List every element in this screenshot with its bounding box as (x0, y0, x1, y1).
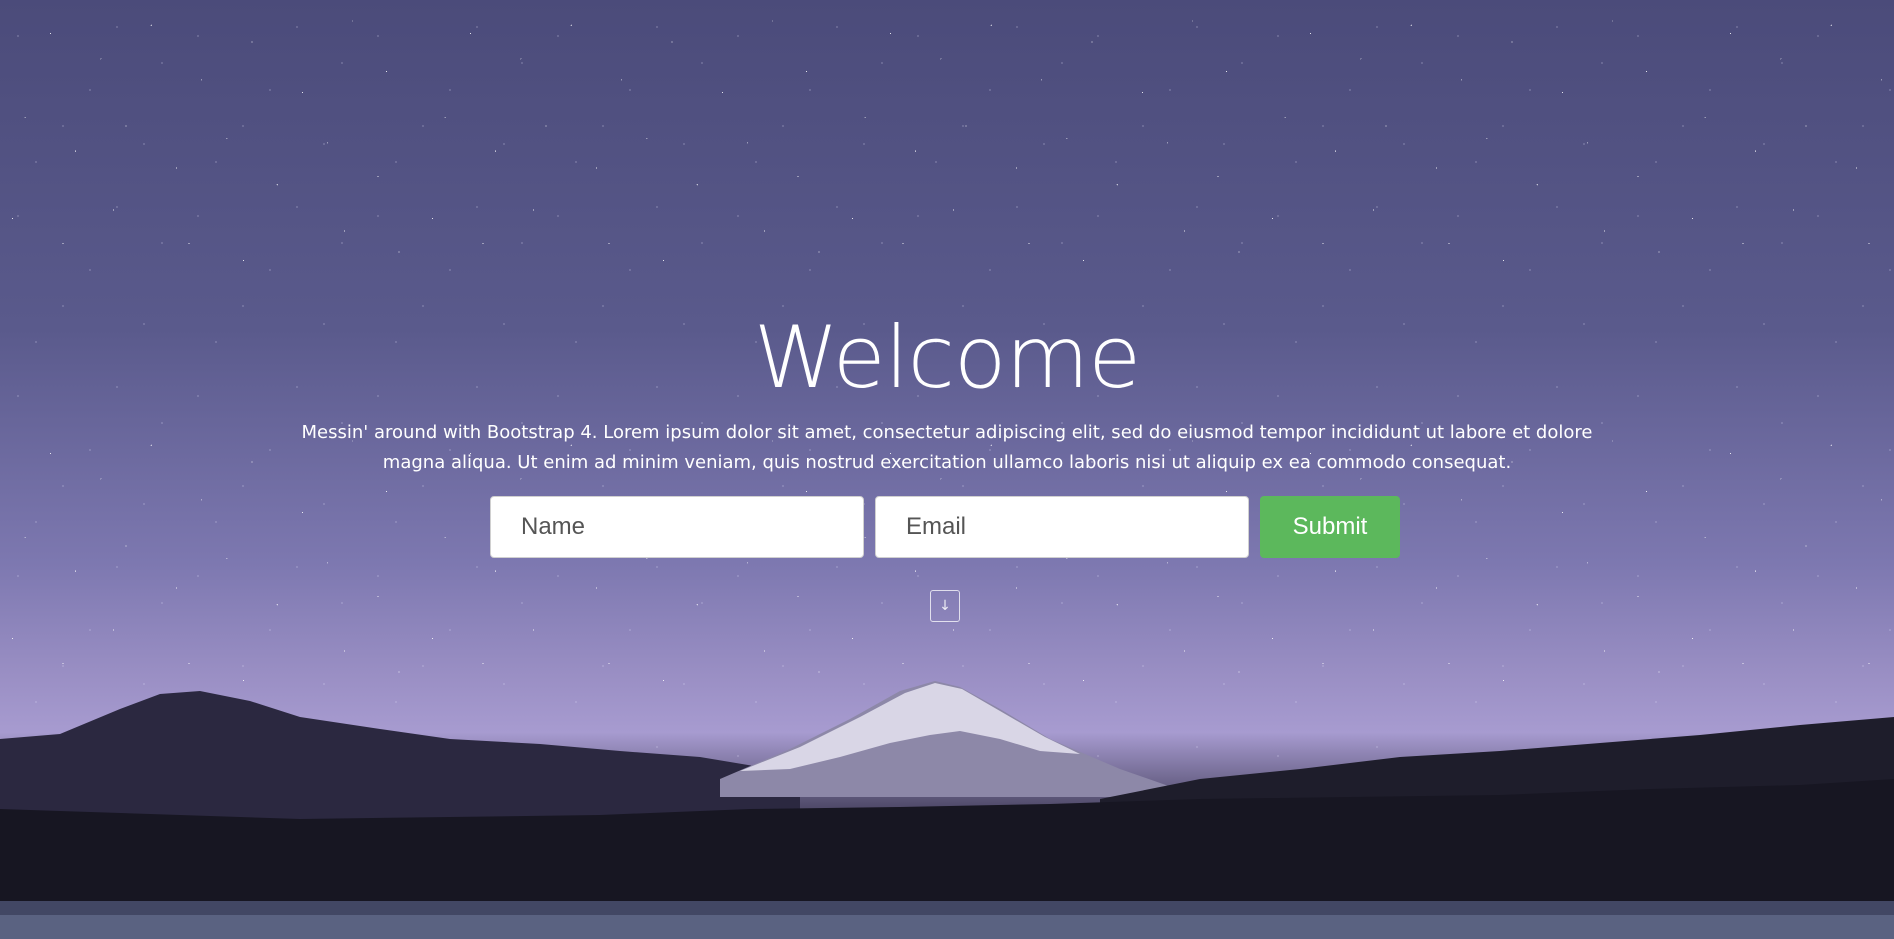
arrow-down-icon: ↓ (939, 598, 951, 614)
mountain-landscape-image (0, 681, 1894, 939)
submit-button[interactable]: Submit (1260, 496, 1400, 558)
scroll-down-button[interactable]: ↓ (930, 590, 960, 622)
hero-section: Welcome Messin' around with Bootstrap 4.… (0, 0, 1894, 939)
name-input[interactable] (490, 496, 864, 558)
email-input[interactable] (875, 496, 1249, 558)
signup-form: Submit (490, 496, 1400, 558)
hero-lead-text: Messin' around with Bootstrap 4. Lorem i… (301, 422, 1593, 473)
page-title: Welcome (753, 308, 1141, 408)
